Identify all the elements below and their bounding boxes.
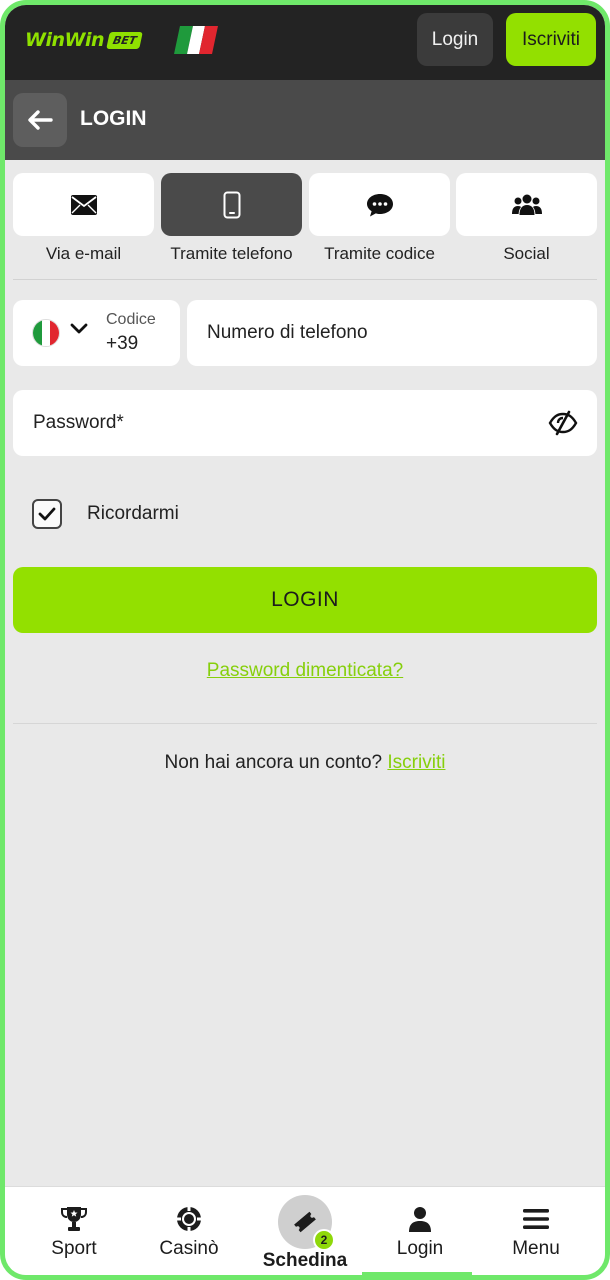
nav-label: Menu: [512, 1238, 560, 1259]
arrow-left-icon: [28, 110, 53, 130]
back-button[interactable]: [13, 93, 67, 147]
forgot-password-link[interactable]: Password dimenticata?: [5, 660, 605, 682]
divider: [13, 723, 597, 724]
casino-chip-icon: [177, 1207, 201, 1231]
nav-item-menu[interactable]: Menu: [481, 1187, 591, 1275]
nav-label: Sport: [51, 1238, 97, 1259]
title-bar: LOGIN: [5, 80, 605, 160]
eye-off-icon[interactable]: [548, 410, 578, 436]
tab-label: Tramite codice: [324, 244, 435, 263]
password-field: [13, 390, 597, 456]
login-button[interactable]: LOGIN: [13, 567, 597, 633]
country-code-select[interactable]: Codice +39: [13, 300, 180, 366]
user-icon: [409, 1207, 431, 1232]
envelope-icon: [70, 194, 97, 215]
phone-number-input[interactable]: [187, 300, 597, 366]
bottom-navigation: Sport Casinò 2 Schedina Login Menu: [5, 1186, 605, 1275]
header-register-button[interactable]: Iscriviti: [506, 13, 596, 66]
italy-flag-icon[interactable]: [174, 26, 218, 54]
tab-label: Social: [503, 244, 550, 263]
nav-label: Schedina: [262, 1250, 348, 1271]
code-label: Codice: [106, 311, 156, 328]
divider: [13, 279, 597, 280]
users-icon: [511, 194, 542, 215]
tab-label: Tramite telefono: [170, 244, 293, 263]
remember-me-checkbox[interactable]: [32, 499, 62, 529]
trophy-icon: [61, 1207, 87, 1231]
logo-badge: BET: [106, 31, 144, 49]
tab-email[interactable]: Via e-mail: [13, 173, 154, 264]
check-icon: [38, 507, 56, 521]
page-title: LOGIN: [80, 107, 147, 130]
nav-item-login[interactable]: Login: [365, 1187, 475, 1275]
smartphone-icon: [223, 191, 240, 218]
password-input[interactable]: [13, 390, 533, 456]
code-value: +39: [106, 333, 139, 354]
betslip-count-badge: 2: [313, 1229, 335, 1251]
home-indicator: [362, 1272, 472, 1276]
winwinbet-logo[interactable]: WinWin BET: [25, 29, 144, 51]
tab-code[interactable]: Tramite codice: [309, 173, 450, 264]
tab-phone[interactable]: Tramite telefono: [161, 173, 302, 264]
remember-me-label[interactable]: Ricordarmi: [87, 503, 179, 525]
nav-label: Casinò: [159, 1238, 219, 1259]
tab-social[interactable]: Social: [456, 173, 597, 264]
tab-label: Via e-mail: [45, 244, 122, 263]
app-frame: WinWin BET Login Iscriviti LOGIN Via e-m…: [0, 0, 610, 1280]
nav-label: Login: [396, 1238, 444, 1259]
nav-item-sport[interactable]: Sport: [19, 1187, 129, 1275]
signup-prompt: Non hai ancora un conto? Iscriviti: [5, 752, 605, 774]
nav-item-betslip[interactable]: 2 Schedina: [250, 1187, 360, 1275]
chat-bubble-icon: [366, 193, 393, 216]
hamburger-menu-icon: [523, 1209, 549, 1229]
top-header: WinWin BET Login Iscriviti: [5, 5, 605, 80]
signup-prompt-text: Non hai ancora un conto?: [164, 752, 383, 773]
header-login-button[interactable]: Login: [417, 13, 493, 66]
ticket-icon: [294, 1211, 316, 1233]
chevron-down-icon: [70, 323, 88, 334]
signup-link[interactable]: Iscriviti: [387, 752, 445, 773]
login-method-tabs: Via e-mail Tramite telefono Tramite codi…: [13, 173, 597, 273]
nav-item-casino[interactable]: Casinò: [134, 1187, 244, 1275]
italy-flag-icon: [32, 319, 60, 347]
logo-text: WinWin: [25, 29, 105, 51]
